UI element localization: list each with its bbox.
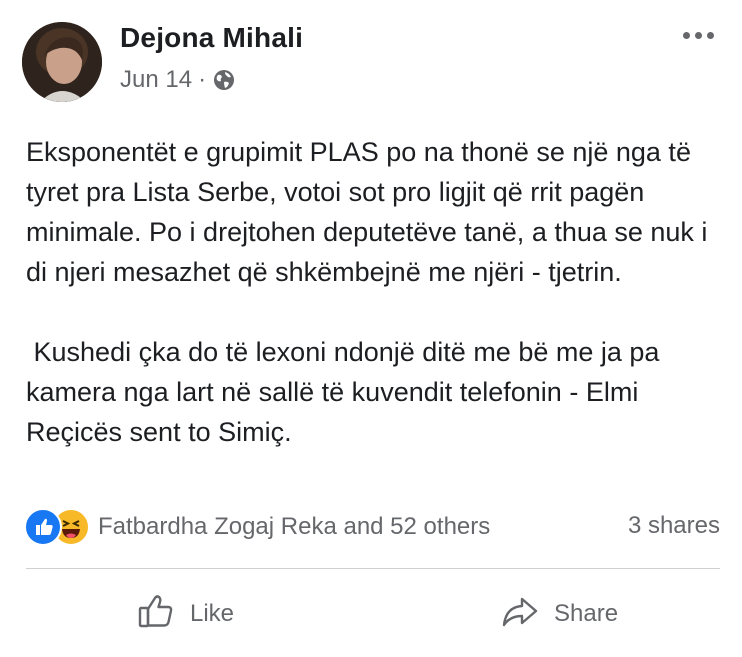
more-options-button[interactable] [681,24,716,47]
globe-icon [212,68,236,92]
like-label: Like [190,600,235,627]
post-paragraph: Eksponentët e grupimit PLAS po na thonë … [26,137,715,287]
meta-separator: · [198,66,207,93]
dot-icon [707,32,714,39]
like-button[interactable]: Like [136,588,234,640]
post-paragraph: Kushedi çka do të lexoni ndonjë ditë me … [26,337,667,447]
share-label: Share [554,600,619,627]
reactions-summary[interactable]: Fatbardha Zogaj Reka and 52 others [24,508,490,546]
reaction-names: Fatbardha Zogaj Reka and 52 others [98,513,491,540]
share-button[interactable]: Share [500,588,618,640]
thumbs-up-icon [136,591,176,638]
shares-count[interactable]: 3 shares [628,512,720,540]
avatar-photo [22,22,102,102]
divider [26,568,720,569]
post-date[interactable]: Jun 14 [120,66,192,94]
post-meta: Jun 14 · [120,66,236,94]
dot-icon [683,32,690,39]
dot-icon [695,32,702,39]
like-reaction-icon [24,508,62,546]
post-text: Eksponentët e grupimit PLAS po na thonë … [26,132,726,452]
facebook-post: Dejona Mihali Jun 14 · Eksponentët e gru… [0,0,742,657]
author-name[interactable]: Dejona Mihali [120,22,303,54]
avatar[interactable] [22,22,102,102]
share-arrow-icon [500,591,540,638]
